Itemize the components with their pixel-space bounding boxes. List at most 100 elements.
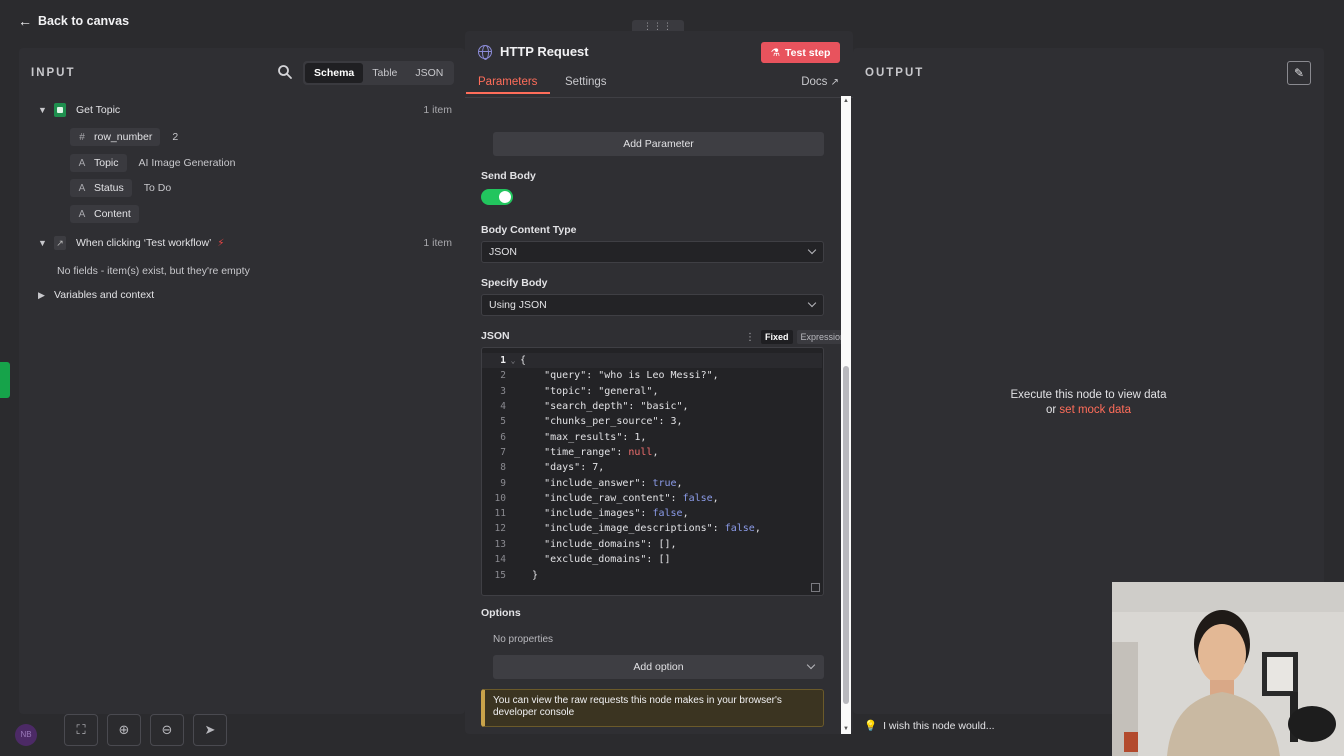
cursor-icon: ↗ <box>54 236 66 250</box>
field-pill[interactable]: A Content <box>70 205 139 223</box>
resize-handle-icon[interactable] <box>811 583 820 592</box>
output-header: OUTPUT <box>865 67 925 79</box>
code-line: 10 "include_raw_content": false, <box>494 493 719 504</box>
chevron-down-icon[interactable]: ▼ <box>38 238 48 248</box>
number-type-icon: # <box>79 131 85 143</box>
field-row: # row_number 2 <box>70 128 178 146</box>
code-line: 8 "days": 7, <box>500 462 605 473</box>
no-properties-text: No properties <box>493 634 554 645</box>
search-icon[interactable] <box>277 64 293 80</box>
field-row: A Content <box>70 205 139 223</box>
fit-view-button[interactable]: ⛶ <box>64 714 98 746</box>
docs-link[interactable]: Docs ↗ <box>801 76 839 88</box>
json-label: JSON <box>481 330 510 342</box>
zoom-in-icon: ⊕ <box>118 722 130 737</box>
field-value: AI Image Generation <box>138 157 236 169</box>
external-link-icon: ↗ <box>830 77 839 88</box>
fixed-expression-switch: ⋮ Fixed Expression <box>745 330 850 344</box>
field-pill[interactable]: A Topic <box>70 154 127 172</box>
node-name: When clicking ‘Test workflow’ <box>76 237 212 249</box>
code-line: 9 "include_answer": true, <box>500 478 683 489</box>
field-key: Topic <box>94 157 119 169</box>
fit-view-icon: ⛶ <box>76 722 86 737</box>
node-manual-trigger[interactable]: ▼ ↗ When clicking ‘Test workflow’ ⚡ <box>38 236 224 250</box>
body-content-type-label: Body Content Type <box>481 224 577 236</box>
node-get-topic[interactable]: ▼ Get Topic <box>38 103 120 117</box>
zoom-out-button[interactable]: ⊖ <box>150 714 184 746</box>
tidy-up-button[interactable]: ➤ <box>193 714 227 746</box>
chevron-right-icon[interactable]: ▶ <box>38 290 48 301</box>
webcam-overlay <box>1112 582 1344 756</box>
wish-label: I wish this node would... <box>883 719 995 732</box>
set-mock-data-link[interactable]: set mock data <box>1059 404 1131 416</box>
variables-label: Variables and context <box>54 289 155 301</box>
chevron-down-icon[interactable]: ▼ <box>38 105 48 115</box>
add-parameter-button[interactable]: Add Parameter <box>493 132 824 156</box>
field-key: Content <box>94 208 131 220</box>
or-text: or <box>1045 404 1057 416</box>
field-row: A Topic AI Image Generation <box>70 154 235 172</box>
select-value: JSON <box>489 246 518 258</box>
options-label: Options <box>481 607 521 619</box>
modal-title-row: HTTP Request <box>478 44 589 60</box>
code-line: 2 "query": "who is Leo Messi?", <box>500 370 719 381</box>
specify-body-select[interactable]: Using JSON <box>481 294 824 316</box>
string-type-icon: A <box>78 157 86 169</box>
side-node-tab[interactable] <box>0 362 10 398</box>
back-to-canvas-button[interactable]: ← Back to canvas <box>18 13 129 29</box>
back-to-canvas-label: Back to canvas <box>38 14 130 28</box>
fold-icon[interactable]: ⌄ <box>506 356 520 365</box>
field-row: A Status To Do <box>70 179 171 197</box>
test-step-button[interactable]: ⚗ Test step <box>761 42 840 63</box>
pencil-icon: ✎ <box>1293 66 1305 80</box>
scrollbar-thumb[interactable] <box>843 366 849 704</box>
mock-data-line: or set mock data <box>853 403 1324 418</box>
arrow-left-icon: ← <box>18 13 32 29</box>
field-pill[interactable]: A Status <box>70 179 132 197</box>
tab-table[interactable]: Table <box>363 63 406 83</box>
chevron-down-icon <box>807 245 817 255</box>
chevron-down-icon <box>807 298 817 308</box>
scroll-down-icon[interactable]: ▼ <box>843 726 849 732</box>
field-pill[interactable]: # row_number <box>70 128 161 146</box>
mode-fixed[interactable]: Fixed <box>761 330 793 344</box>
more-options-icon[interactable]: ⋮ <box>745 332 755 343</box>
lightbulb-icon: 💡 <box>864 720 878 732</box>
modal-scrollbar[interactable]: ▲ ▼ <box>841 96 851 734</box>
tab-schema[interactable]: Schema <box>305 63 364 83</box>
tidy-up-icon: ➤ <box>204 722 216 737</box>
presenter-video <box>1112 582 1344 756</box>
code-line: 12 "include_image_descriptions": false, <box>494 523 761 534</box>
node-name: Get Topic <box>76 104 121 116</box>
code-line: 5 "chunks_per_source": 3, <box>500 416 683 427</box>
tab-json[interactable]: JSON <box>406 63 452 83</box>
modal-tabs: Parameters Settings Docs ↗ <box>465 72 853 98</box>
variables-and-context[interactable]: ▶ Variables and context <box>38 289 154 301</box>
field-key: Status <box>94 182 124 194</box>
field-value: 2 <box>172 131 179 143</box>
string-type-icon: A <box>78 208 86 220</box>
code-line: 11 "include_images": false, <box>494 508 689 519</box>
tab-settings[interactable]: Settings <box>565 76 607 88</box>
feedback-link[interactable]: 💡 I wish this node would... <box>864 719 995 733</box>
send-body-toggle[interactable] <box>481 189 513 205</box>
field-key: row_number <box>94 131 153 143</box>
select-value: Using JSON <box>489 299 547 311</box>
add-option-button[interactable]: Add option <box>493 655 824 679</box>
output-empty-message: Execute this node to view data or set mo… <box>853 388 1324 418</box>
tab-parameters[interactable]: Parameters <box>465 76 551 94</box>
flask-icon: ⚗ <box>770 46 781 59</box>
zoom-in-button[interactable]: ⊕ <box>107 714 141 746</box>
developer-console-notice: You can view the raw requests this node … <box>481 689 824 727</box>
body-content-type-select[interactable]: JSON <box>481 241 824 263</box>
zoom-out-icon: ⊖ <box>161 722 173 737</box>
chevron-down-icon <box>806 660 816 670</box>
node-title[interactable]: HTTP Request <box>500 44 589 59</box>
avatar[interactable]: NB <box>15 724 37 746</box>
scroll-up-icon[interactable]: ▲ <box>843 98 849 104</box>
code-line: 3 "topic": "general", <box>500 386 659 397</box>
json-code-editor[interactable]: 1 ⌄{ 2 "query": "who is Leo Messi?", 3 "t… <box>481 347 824 596</box>
docs-label: Docs <box>801 76 828 88</box>
edit-output-button[interactable]: ✎ <box>1287 61 1311 85</box>
code-line: 14 "exclude_domains": [] <box>494 554 671 565</box>
